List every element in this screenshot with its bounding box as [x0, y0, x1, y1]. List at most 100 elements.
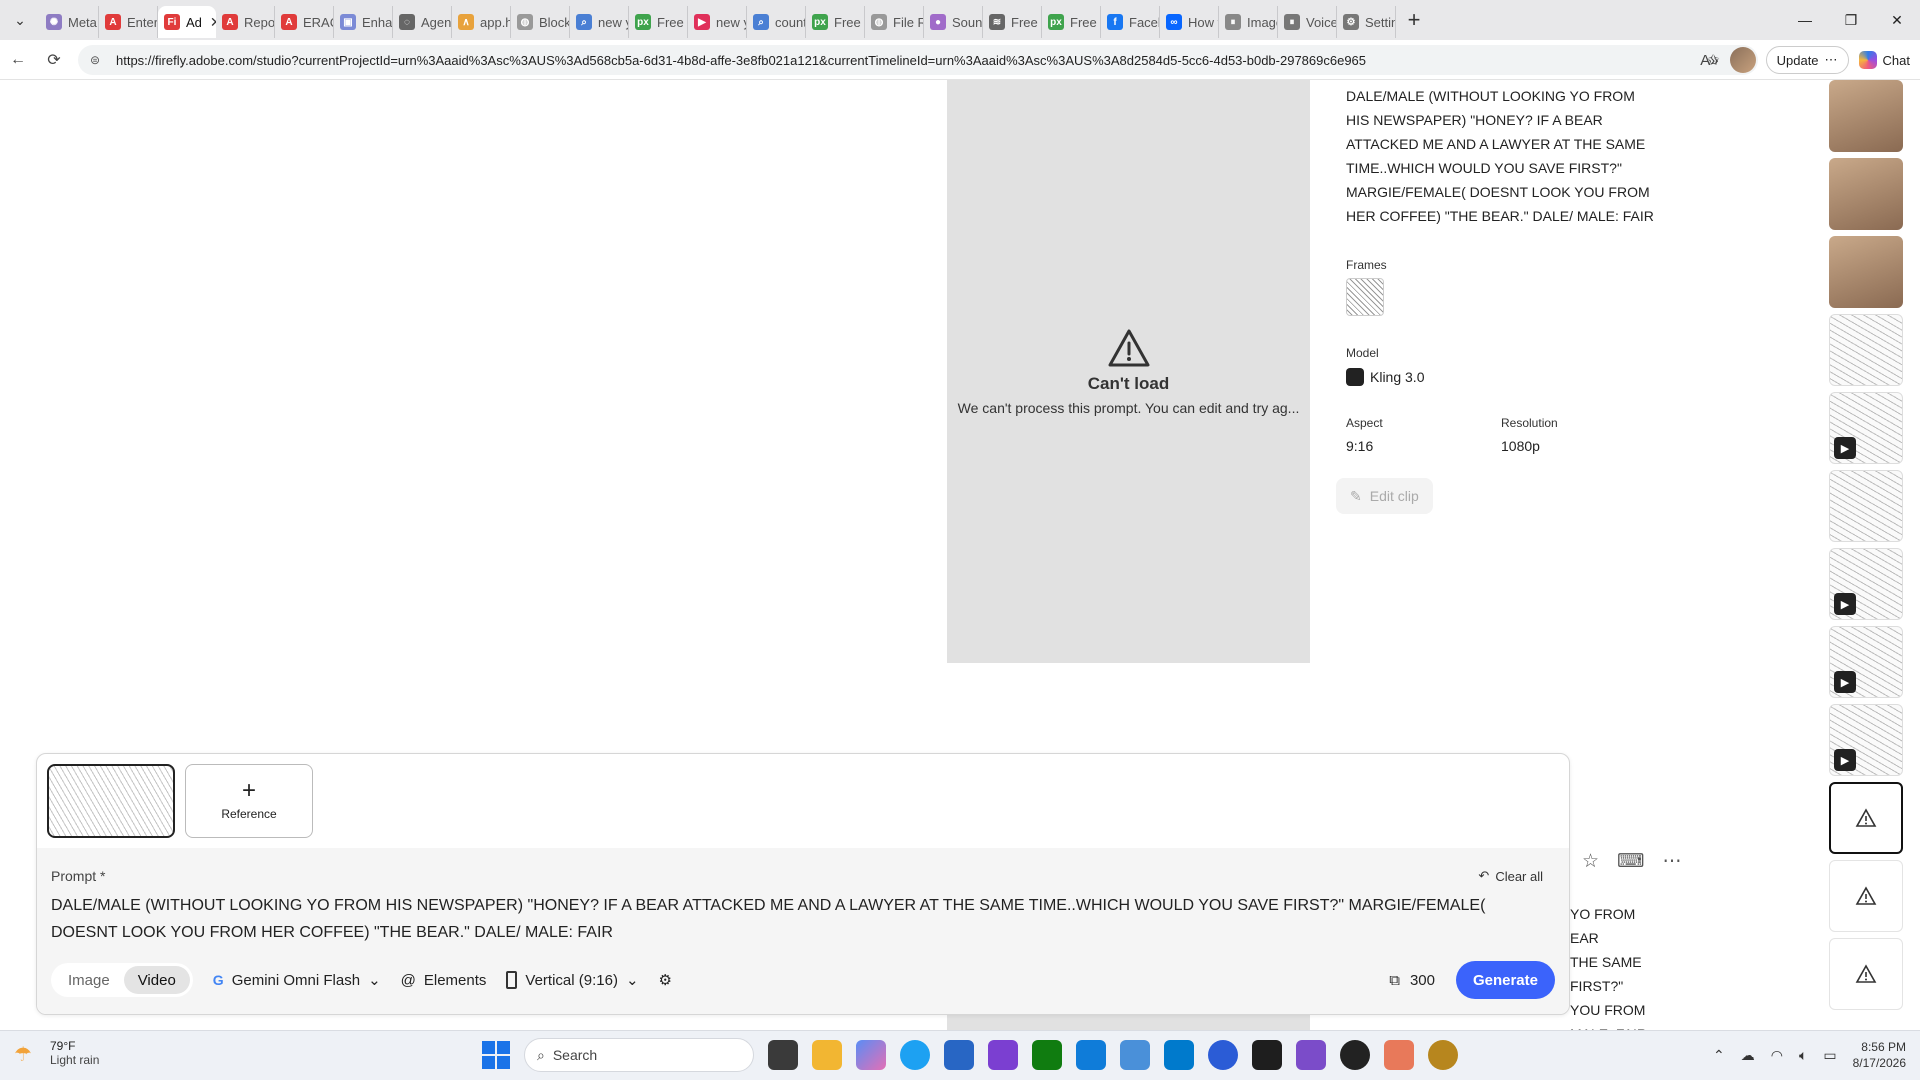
tab-favicon-icon: ⚙ [1343, 14, 1359, 30]
url-text[interactable]: https://firefly.adobe.com/studio?current… [116, 53, 1366, 68]
browser-tab[interactable]: ∞ How to [1160, 6, 1219, 38]
prompt-input[interactable]: DALE/MALE (WITHOUT LOOKING YO FROM HIS N… [51, 892, 1551, 946]
portrait-icon [506, 971, 518, 989]
browser-tab[interactable]: px Free M [806, 6, 865, 38]
close-window-button[interactable]: ✕ [1874, 0, 1920, 40]
history-thumbnail-failed[interactable] [1829, 938, 1903, 1010]
site-info-icon[interactable]: ⊜ [90, 53, 108, 67]
elements-button[interactable]: @ Elements [401, 972, 487, 989]
frame-thumbnail[interactable] [1346, 278, 1384, 316]
tab-actions-menu-icon[interactable]: ⌄ [0, 0, 40, 40]
browser-tab[interactable]: ✺ Meta AI [40, 6, 99, 38]
start-button[interactable] [482, 1041, 510, 1069]
browser-tab[interactable]: ◍ File Re [865, 6, 924, 38]
tab-favicon-icon: px [1048, 14, 1064, 30]
browser-tab[interactable]: ▶ new yo [688, 6, 747, 38]
browser-tab[interactable]: ∧ app.hy [452, 6, 511, 38]
history-thumbnail-video[interactable]: ▶ [1829, 392, 1903, 464]
generate-button[interactable]: Generate [1455, 961, 1555, 999]
history-thumbnail[interactable] [1829, 158, 1903, 230]
media-player-icon[interactable] [1340, 1040, 1370, 1070]
app-icon[interactable] [1208, 1040, 1238, 1070]
new-tab-button[interactable]: + [1396, 4, 1432, 36]
clear-all-button[interactable]: ↶ Clear all [1478, 868, 1543, 884]
wifi-icon[interactable]: ◠ [1771, 1047, 1783, 1064]
edit-clip-button[interactable]: ✎ Edit clip [1336, 478, 1433, 514]
vscode-icon[interactable] [1164, 1040, 1194, 1070]
reload-button[interactable]: ⟳ [36, 42, 72, 78]
copilot-app-icon[interactable] [856, 1040, 886, 1070]
tab-favicon-icon: ▣ [340, 14, 356, 30]
browser-tab[interactable]: ⏸ Image [1219, 6, 1278, 38]
browser-tab[interactable]: ● Sound [924, 6, 983, 38]
browser-tab[interactable]: f Facebo [1101, 6, 1160, 38]
file-explorer-icon[interactable] [812, 1040, 842, 1070]
browser-tab[interactable]: ▣ Enhanc [334, 6, 393, 38]
browser-tab[interactable]: A Report [216, 6, 275, 38]
browser-tab[interactable]: px Free M [1042, 6, 1101, 38]
history-thumbnail[interactable] [1829, 470, 1903, 542]
chevron-up-icon[interactable]: ⌃ [1713, 1047, 1725, 1064]
history-thumbnail-video[interactable]: ▶ [1829, 626, 1903, 698]
xbox-icon[interactable] [1032, 1040, 1062, 1070]
onedrive-icon[interactable]: ☁ [1741, 1047, 1755, 1064]
app-icon[interactable] [988, 1040, 1018, 1070]
browser-tab[interactable]: px Free N [629, 6, 688, 38]
clock[interactable]: 8:56 PM 8/17/2026 [1853, 1039, 1906, 1071]
app-icon[interactable] [1384, 1040, 1414, 1070]
browser-tab[interactable]: ⚙ Setting [1337, 6, 1396, 38]
warning-icon [1855, 886, 1877, 905]
copilot-chat-button[interactable]: Chat [1858, 51, 1910, 69]
mode-video-tab[interactable]: Video [123, 966, 190, 994]
back-button[interactable]: ← [0, 42, 36, 78]
taskbar-search[interactable]: ⌕ Search [524, 1038, 754, 1072]
tab-favicon-icon: A [281, 14, 297, 30]
tab-active[interactable]: Fi Ad ✕ [158, 6, 216, 38]
favorites-icon[interactable]: ✩ [1707, 51, 1720, 69]
update-button[interactable]: Update ⋯ [1765, 46, 1849, 74]
minimize-button[interactable]: — [1782, 0, 1828, 40]
history-thumbnail[interactable] [1829, 80, 1903, 152]
volume-icon[interactable]: 🔈︎ [1799, 1047, 1807, 1064]
notepad-icon[interactable] [1120, 1040, 1150, 1070]
settings-button[interactable]: ⚙ [659, 971, 672, 989]
chat-label: Chat [1882, 52, 1910, 68]
history-thumbnail[interactable] [1829, 314, 1903, 386]
app-icon[interactable] [1296, 1040, 1326, 1070]
browser-tab[interactable]: ≋ Free Ti [983, 6, 1042, 38]
edit-clip-label: Edit clip [1369, 488, 1419, 504]
aspect-picker[interactable]: Vertical (9:16) ⌄ [506, 971, 639, 989]
tab-label: Free M [1070, 14, 1100, 30]
more-icon: ⋯ [1824, 52, 1838, 67]
mode-image-tab[interactable]: Image [54, 966, 124, 994]
terminal-icon[interactable]: ⌨ [1617, 850, 1644, 873]
history-thumbnail-video[interactable]: ▶ [1829, 704, 1903, 776]
add-reference-button[interactable]: + Reference [185, 764, 313, 838]
reference-image[interactable] [47, 764, 175, 838]
history-thumbnail-failed-selected[interactable] [1829, 782, 1903, 854]
store-icon[interactable] [944, 1040, 974, 1070]
nvidia-icon[interactable] [1252, 1040, 1282, 1070]
more-options-icon[interactable]: ⋯ [1662, 850, 1681, 873]
edge-icon[interactable] [900, 1040, 930, 1070]
battery-icon[interactable]: ▭ [1823, 1047, 1836, 1064]
browser-tab[interactable]: A ERACTI [275, 6, 334, 38]
weather-widget[interactable]: ☂ 79°F Light rain [14, 1039, 99, 1067]
restore-button[interactable]: ❐ [1828, 0, 1874, 40]
task-view-icon[interactable] [768, 1040, 798, 1070]
photos-icon[interactable] [1076, 1040, 1106, 1070]
app-icon[interactable] [1428, 1040, 1458, 1070]
history-thumbnail-failed[interactable] [1829, 860, 1903, 932]
history-thumbnail-video[interactable]: ▶ [1829, 548, 1903, 620]
favorite-icon[interactable]: ☆ [1582, 850, 1599, 873]
browser-tab[interactable]: ◍ Block F [511, 6, 570, 38]
browser-tab[interactable]: ⏸ Voice D [1278, 6, 1337, 38]
browser-tab[interactable]: ⌕ new yo [570, 6, 629, 38]
browser-tab[interactable]: ⌕ countr [747, 6, 806, 38]
history-thumbnail[interactable] [1829, 236, 1903, 308]
profile-avatar[interactable] [1729, 47, 1756, 73]
url-field[interactable]: ⊜ https://firefly.adobe.com/studio?curre… [78, 45, 1758, 75]
model-picker[interactable]: G Gemini Omni Flash ⌄ [213, 971, 381, 990]
browser-tab[interactable]: ◌ Agent [393, 6, 452, 38]
browser-tab[interactable]: A Enter y [99, 6, 158, 38]
